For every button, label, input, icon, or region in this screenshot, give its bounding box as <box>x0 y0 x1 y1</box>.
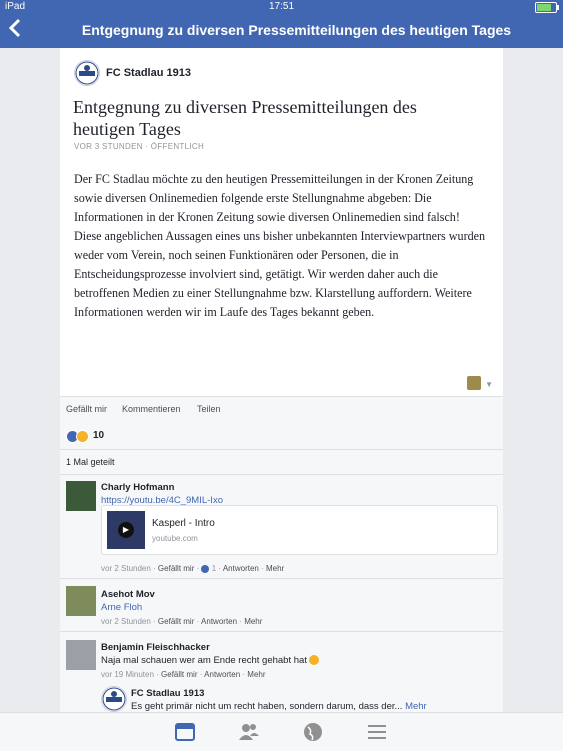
comment-meta: vor 19 Minuten · Gefällt mir · Antworten… <box>101 670 266 679</box>
haha-reaction-icon <box>76 430 89 443</box>
link-domain: youtube.com <box>152 534 198 543</box>
comment-more-button[interactable]: Mehr <box>244 617 262 626</box>
comment-meta: vor 2 Stunden · Gefällt mir · Antworten … <box>101 617 263 626</box>
reaction-count: 10 <box>93 430 105 441</box>
comment-reply-button[interactable]: Antworten <box>204 670 240 679</box>
page-title: Entgegnung zu diversen Pressemitteilunge… <box>81 22 512 38</box>
comment-author[interactable]: Benjamin Fleischhacker <box>101 642 210 653</box>
post-card: FC Stadlau 1913 Entgegnung zu diversen P… <box>60 48 503 396</box>
comment-time: vor 2 Stunden <box>101 564 151 573</box>
page-name[interactable]: FC Stadlau 1913 <box>106 67 191 79</box>
post-body: Der FC Stadlau möchte zu den heutigen Pr… <box>74 172 486 319</box>
link-preview-card[interactable]: ▶ Kasperl - Intro youtube.com <box>101 505 498 555</box>
comment-meta: vor 2 Stunden · Gefällt mir · 1 · Antwor… <box>101 564 285 573</box>
thinking-emoji-icon <box>308 655 319 666</box>
post-meta: VOR 3 STUNDEN · ÖFFENTLICH <box>74 142 205 151</box>
shares-row[interactable]: 1 Mal geteilt <box>60 450 503 475</box>
friends-icon[interactable] <box>238 722 260 742</box>
comment-more-button[interactable]: Mehr <box>266 564 284 573</box>
link-title: Kasperl - Intro <box>152 518 215 529</box>
comment-like-count: 1 <box>211 564 217 573</box>
post-title: Entgegnung zu diversen Pressemitteilunge… <box>73 97 417 139</box>
news-feed-icon[interactable] <box>174 722 196 742</box>
clock: 17:51 <box>268 1 295 12</box>
comment-text: Naja mal schauen wer am Ende recht gehab… <box>101 655 319 666</box>
comment-time: vor 2 Stunden <box>101 617 151 626</box>
comment-like-button[interactable]: Gefällt mir <box>158 564 194 573</box>
share-count: 1 Mal geteilt <box>66 457 115 467</box>
status-bar: iPad 17:51 <box>0 0 563 14</box>
comment: Benjamin Fleischhacker Naja mal schauen … <box>60 632 503 712</box>
video-thumbnail: ▶ <box>107 511 145 549</box>
comment-mention[interactable]: Arne Floh <box>101 602 142 613</box>
avatar[interactable] <box>66 586 96 616</box>
comment-time: vor 19 Minuten <box>101 670 154 679</box>
comment: Charly Hofmann https://youtu.be/4C_9MIL-… <box>60 475 503 579</box>
avatar[interactable] <box>66 481 96 511</box>
navigation-bar: Entgegnung zu diversen Pressemitteilunge… <box>0 14 563 48</box>
reply-author[interactable]: FC Stadlau 1913 <box>131 688 204 699</box>
comment-reply-button[interactable]: Antworten <box>201 617 237 626</box>
reply-avatar[interactable] <box>101 686 127 712</box>
battery-icon <box>535 2 559 13</box>
chevron-down-icon[interactable]: ▼ <box>485 380 493 389</box>
menu-icon[interactable] <box>366 722 388 742</box>
comment-more-button[interactable]: Mehr <box>247 670 265 679</box>
comment-author[interactable]: Asehot Mov <box>101 589 155 600</box>
comment-reply-button[interactable]: Antworten <box>223 564 259 573</box>
back-arrow-icon[interactable] <box>8 18 32 42</box>
play-icon: ▶ <box>118 522 134 538</box>
like-reaction-icon <box>201 564 210 573</box>
comment: Asehot Mov Arne Floh vor 2 Stunden · Gef… <box>60 579 503 632</box>
globe-icon[interactable] <box>302 722 324 742</box>
action-bar: Gefällt mir Kommentieren Teilen <box>60 396 503 424</box>
comment-like-button[interactable]: Gefällt mir <box>158 617 194 626</box>
author-avatar[interactable] <box>467 376 481 390</box>
comment-like-button[interactable]: Gefällt mir <box>161 670 197 679</box>
reactions-row[interactable]: 10 <box>60 423 503 450</box>
comment-button[interactable]: Kommentieren <box>122 404 181 414</box>
page-avatar[interactable] <box>74 60 100 86</box>
reply-text: Es geht primär nicht um recht haben, son… <box>131 701 427 712</box>
share-button[interactable]: Teilen <box>197 404 221 414</box>
reply-more-link[interactable]: Mehr <box>405 701 427 712</box>
comment-author[interactable]: Charly Hofmann <box>101 482 174 493</box>
avatar[interactable] <box>66 640 96 670</box>
like-button[interactable]: Gefällt mir <box>66 404 107 414</box>
tab-bar <box>0 712 563 751</box>
